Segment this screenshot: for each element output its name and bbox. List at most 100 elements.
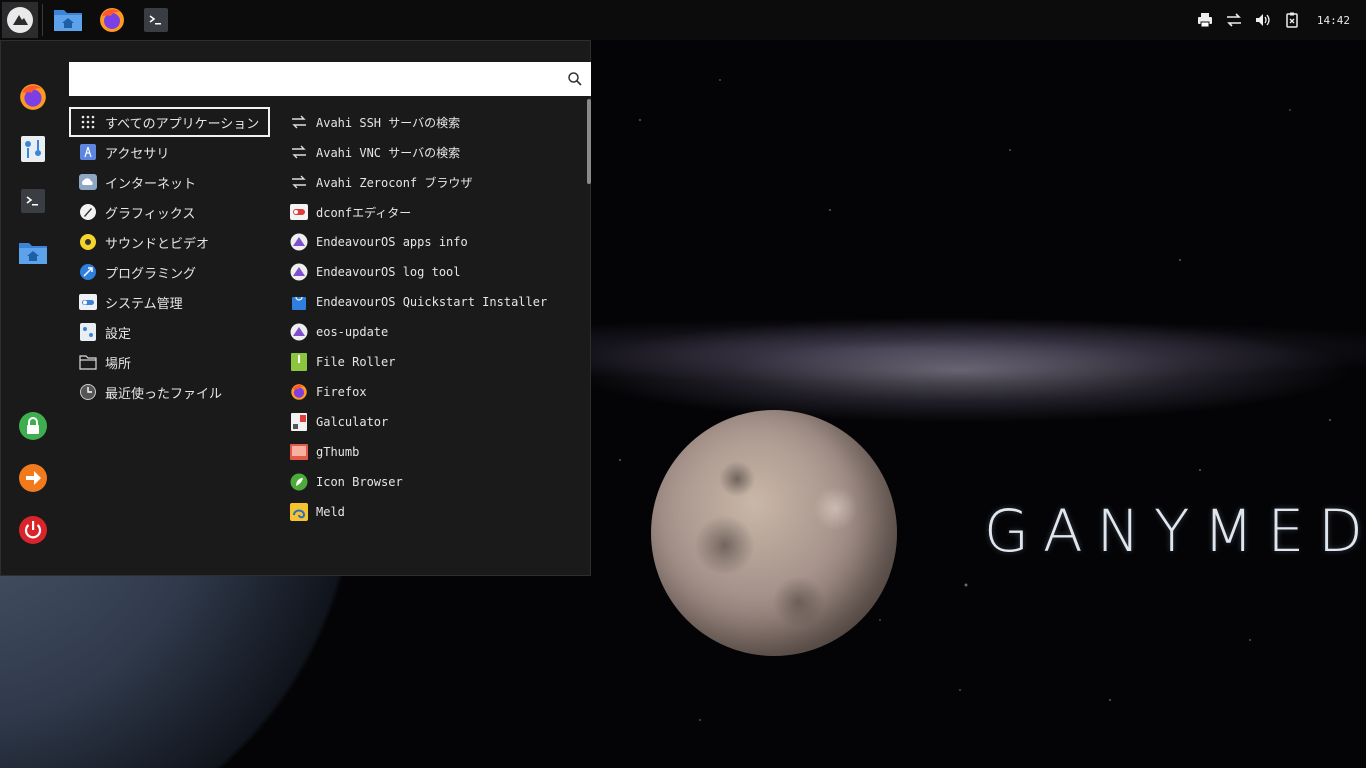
category-label: システム管理 <box>105 296 183 312</box>
wallpaper-title: GANYMEDE <box>984 497 1366 565</box>
folder-home-icon <box>54 10 82 31</box>
dconf-icon <box>290 203 308 221</box>
endeavouros-icon <box>290 263 308 281</box>
switch-user-button[interactable] <box>17 462 49 494</box>
app-icon-browser[interactable]: Icon Browser <box>281 467 581 497</box>
firefox-icon <box>20 84 46 110</box>
app-endeavouros-quickstart-installer[interactable]: EndeavourOS Quickstart Installer <box>281 287 581 317</box>
category-development[interactable]: プログラミング <box>69 257 279 287</box>
app-meld[interactable]: Meld <box>281 497 581 527</box>
category-label: プログラミング <box>105 266 197 282</box>
category-accessories[interactable]: アクセサリ <box>69 137 279 167</box>
category-internet[interactable]: インターネット <box>69 167 279 197</box>
app-label: File Roller <box>316 355 396 369</box>
category-label: サウンドとビデオ <box>105 236 210 252</box>
panel-launcher-home-folder[interactable] <box>50 2 86 38</box>
applications-menu-button[interactable] <box>2 2 38 38</box>
favorite-file-manager[interactable] <box>17 237 49 269</box>
archive-icon <box>290 353 308 371</box>
power-icon <box>19 516 47 544</box>
app-label: Icon Browser <box>316 475 403 489</box>
category-label: グラフィックス <box>105 206 196 222</box>
category-recent-files[interactable]: 最近使ったファイル <box>69 377 279 407</box>
favorite-settings-manager[interactable] <box>17 133 49 165</box>
search-icon[interactable] <box>567 71 583 87</box>
arrow-right-icon <box>19 464 47 492</box>
network-arrows-icon <box>290 173 308 191</box>
wallpaper-moon <box>651 410 897 656</box>
accessories-icon <box>79 143 97 161</box>
app-label: Galculator <box>316 415 389 429</box>
category-list: すべてのアプリケーション アクセサリ インターネット グラフィックス サウンドと… <box>69 107 279 407</box>
network-arrows-icon <box>290 143 308 161</box>
app-file-roller[interactable]: File Roller <box>281 347 581 377</box>
volume-icon[interactable] <box>1253 10 1273 30</box>
category-graphics[interactable]: グラフィックス <box>69 197 279 227</box>
search-box[interactable] <box>69 62 591 96</box>
folder-home-icon <box>19 243 47 264</box>
settings-icon <box>79 323 97 341</box>
panel-launcher-terminal[interactable] <box>138 2 174 38</box>
category-multimedia[interactable]: サウンドとビデオ <box>69 227 279 257</box>
favorite-terminal[interactable] <box>17 185 49 217</box>
installer-bag-icon <box>290 293 308 311</box>
search-input[interactable] <box>75 67 549 93</box>
application-menu: すべてのアプリケーション アクセサリ インターネット グラフィックス サウンドと… <box>0 40 591 576</box>
clock[interactable]: 14:42 <box>1317 14 1350 27</box>
category-all-applications[interactable]: すべてのアプリケーション <box>69 107 270 137</box>
graphics-icon <box>79 203 97 221</box>
favorite-firefox[interactable] <box>17 81 49 113</box>
clipboard-manager-icon[interactable] <box>1282 10 1302 30</box>
firefox-icon <box>290 383 308 401</box>
panel-launcher-firefox[interactable] <box>94 2 130 38</box>
app-endeavouros-log-tool[interactable]: EndeavourOS log tool <box>281 257 581 287</box>
folder-icon <box>79 353 97 371</box>
app-label: Avahi Zeroconf ブラウザ <box>316 175 473 190</box>
endeavouros-icon <box>290 233 308 251</box>
meld-icon <box>290 503 308 521</box>
category-label: 場所 <box>105 356 132 372</box>
system-tray: 14:42 <box>1195 0 1366 40</box>
log-out-button[interactable] <box>17 514 49 546</box>
network-icon[interactable] <box>1224 10 1244 30</box>
app-label: gThumb <box>316 445 360 459</box>
lock-icon <box>19 412 47 440</box>
application-list: Avahi SSH サーバの検索 Avahi VNC サーバの検索 Avahi … <box>281 107 581 573</box>
app-gthumb[interactable]: gThumb <box>281 437 581 467</box>
app-dconf-editor[interactable]: dconfエディター <box>281 197 581 227</box>
category-settings[interactable]: 設定 <box>69 317 279 347</box>
panel-separator <box>42 4 43 36</box>
category-label: アクセサリ <box>105 146 170 162</box>
category-label: すべてのアプリケーション <box>105 116 260 132</box>
network-arrows-icon <box>290 113 308 131</box>
application-list-scrollbar[interactable] <box>587 99 591 184</box>
settings-manager-icon <box>21 136 45 162</box>
lock-screen-button[interactable] <box>17 410 49 442</box>
category-label: 最近使ったファイル <box>105 386 223 402</box>
category-label: 設定 <box>105 326 132 342</box>
app-label: Avahi SSH サーバの検索 <box>316 115 461 130</box>
app-label: dconfエディター <box>316 205 412 220</box>
recent-icon <box>79 383 97 401</box>
favorites-column <box>1 41 65 575</box>
app-eos-update[interactable]: eos-update <box>281 317 581 347</box>
app-label: EndeavourOS Quickstart Installer <box>316 295 548 309</box>
category-places[interactable]: 場所 <box>69 347 279 377</box>
image-viewer-icon <box>290 443 308 461</box>
app-firefox[interactable]: Firefox <box>281 377 581 407</box>
app-galculator[interactable]: Galculator <box>281 407 581 437</box>
app-avahi-ssh[interactable]: Avahi SSH サーバの検索 <box>281 107 581 137</box>
printer-icon[interactable] <box>1195 10 1215 30</box>
top-panel: 14:42 <box>0 0 1366 40</box>
app-avahi-zeroconf[interactable]: Avahi Zeroconf ブラウザ <box>281 167 581 197</box>
category-system[interactable]: システム管理 <box>69 287 279 317</box>
app-endeavouros-apps-info[interactable]: EndeavourOS apps info <box>281 227 581 257</box>
terminal-icon <box>144 8 168 32</box>
app-label: Meld <box>316 505 345 519</box>
grid-icon <box>79 113 97 131</box>
app-avahi-vnc[interactable]: Avahi VNC サーバの検索 <box>281 137 581 167</box>
firefox-icon <box>100 8 124 32</box>
calculator-icon <box>290 413 308 431</box>
icon-browser-icon <box>290 473 308 491</box>
app-label: Avahi VNC サーバの検索 <box>316 145 461 160</box>
